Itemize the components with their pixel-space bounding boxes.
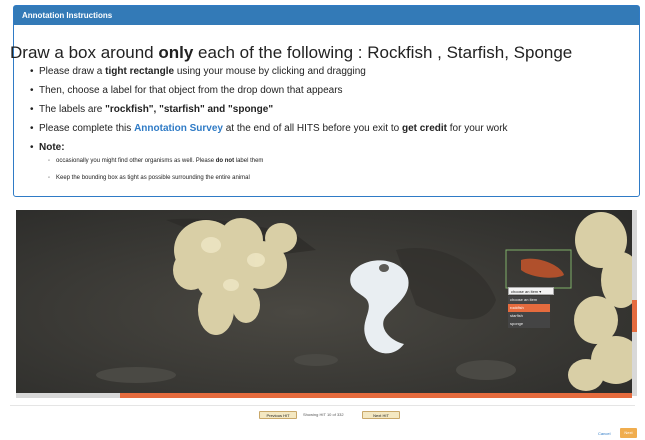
instruction-item: Please draw a tight rectangle using your… (30, 66, 508, 85)
label-select[interactable]: choose an item ▾ (508, 287, 554, 295)
annotation-survey-link[interactable]: Annotation Survey (134, 123, 223, 134)
label-dropdown-menu: choose an item rockfish starfish sponge (508, 296, 550, 328)
note-list: occasionally you might find other organi… (48, 157, 263, 191)
instructions-headline: Draw a box around only each of the follo… (10, 43, 572, 63)
hit-status: Showing HIT 10 of 332 (303, 412, 344, 417)
previous-hit-button[interactable]: Previous HIT (259, 411, 297, 419)
option-choose[interactable]: choose an item (508, 296, 550, 304)
vertical-scroll-thumb[interactable] (632, 300, 637, 332)
option-sponge[interactable]: sponge (508, 320, 550, 328)
headline-text: Draw a box around (10, 43, 159, 62)
divider (10, 405, 635, 406)
panel-title: Annotation Instructions (14, 6, 639, 25)
vertical-scrollbar[interactable] (632, 210, 637, 396)
headline-text-end: each of the following : Rockfish , Starf… (193, 43, 573, 62)
note-item: occasionally you might find other organi… (48, 157, 263, 174)
instruction-list: Please draw a tight rectangle using your… (30, 66, 508, 161)
option-rockfish[interactable]: rockfish (508, 304, 550, 312)
next-hit-button[interactable]: Next HIT (362, 411, 400, 419)
horizontal-scroll-thumb[interactable] (120, 393, 632, 398)
instruction-item: The labels are "rockfish", "starfish" an… (30, 104, 508, 123)
instruction-item: Then, choose a label for that object fro… (30, 85, 508, 104)
horizontal-scrollbar[interactable] (16, 393, 632, 398)
headline-emphasis: only (158, 43, 194, 62)
note-item: Keep the bounding box as tight as possib… (48, 174, 263, 191)
next-button[interactable]: Next (620, 428, 637, 438)
instruction-item: Please complete this Annotation Survey a… (30, 123, 508, 142)
option-starfish[interactable]: starfish (508, 312, 550, 320)
chevron-down-icon: ▾ (539, 289, 542, 294)
cancel-link[interactable]: Cancel (598, 431, 610, 436)
